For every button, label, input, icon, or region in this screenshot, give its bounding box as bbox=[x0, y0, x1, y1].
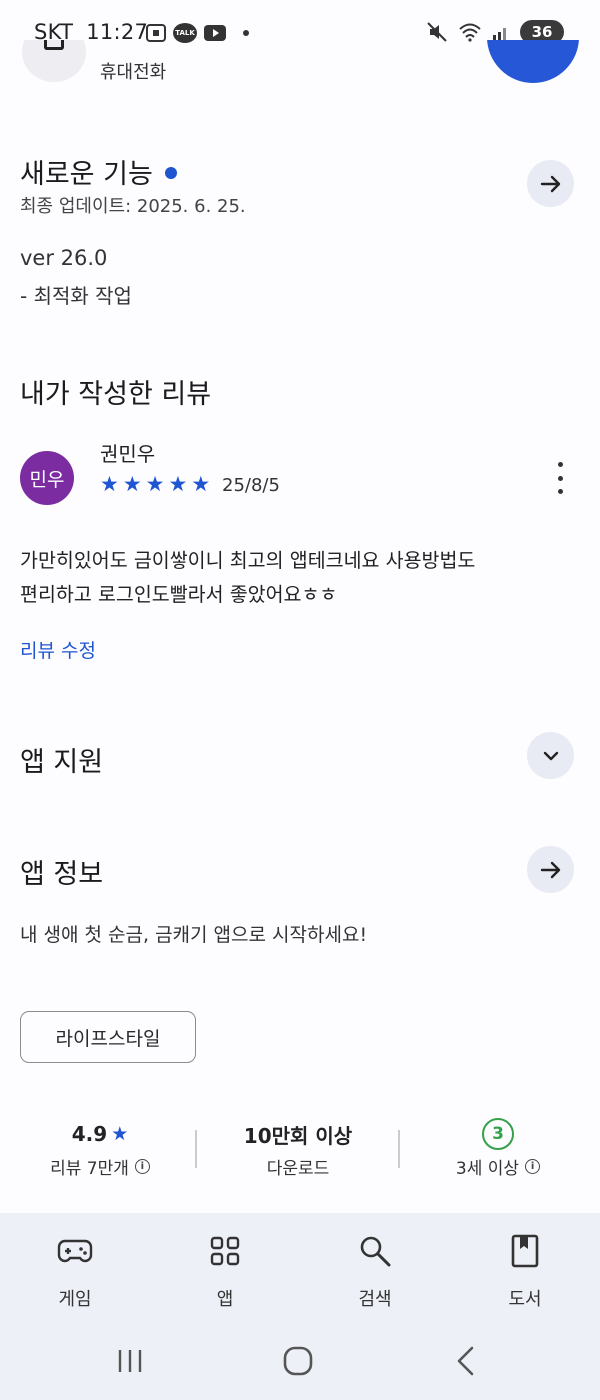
new-indicator-dot bbox=[164, 166, 177, 179]
more-options-icon[interactable] bbox=[551, 462, 569, 494]
nav-label: 앱 bbox=[216, 1289, 234, 1310]
app-support-title[interactable]: 앱 지원 bbox=[20, 740, 103, 779]
divider bbox=[195, 1130, 197, 1168]
primary-action-button[interactable] bbox=[487, 40, 579, 83]
rating-stat[interactable]: 4.9 ★ 리뷰 7만개 i bbox=[0, 1118, 200, 1179]
rating-count: 리뷰 7만개 bbox=[50, 1159, 129, 1179]
my-review-title: 내가 작성한 리뷰 bbox=[20, 379, 212, 410]
device-icon bbox=[22, 40, 86, 82]
nav-games[interactable]: 게임 bbox=[25, 1231, 125, 1311]
release-note: - 최적화 작업 bbox=[20, 284, 132, 308]
version-text: ver 26.0 bbox=[20, 246, 108, 270]
downloads-stat: 10만회 이상 다운로드 bbox=[198, 1118, 398, 1180]
review-body-line: 편리하고 로그인도빨라서 좋았어요ㅎㅎ bbox=[20, 583, 338, 606]
reviewer-name: 권민우 bbox=[100, 442, 156, 466]
downloads-label: 다운로드 bbox=[266, 1159, 330, 1179]
review-body: 가만히있어도 금이쌓이니 최고의 앱테크네요 사용방법도 편리하고 로그인도빨라… bbox=[20, 544, 585, 612]
age-rating-badge: 3 bbox=[482, 1118, 514, 1150]
last-updated: 최종 업데이트: 2025. 6. 25. bbox=[20, 196, 246, 217]
arrow-right-icon bbox=[540, 175, 560, 192]
nav-search[interactable]: 검색 bbox=[325, 1231, 425, 1311]
app-header-partial: 휴대전화 bbox=[0, 40, 600, 90]
more-notifications-dot bbox=[243, 30, 249, 36]
star-icon: ★ bbox=[111, 1123, 129, 1145]
signal-icon bbox=[493, 28, 506, 40]
system-navigation-bar bbox=[0, 1329, 600, 1400]
chevron-down-icon bbox=[543, 751, 558, 760]
gamepad-icon bbox=[57, 1239, 93, 1263]
review-date: 25/8/5 bbox=[222, 475, 280, 496]
whats-new-header[interactable]: 새로운 기능 bbox=[20, 152, 177, 191]
home-icon[interactable] bbox=[283, 1346, 313, 1376]
nav-label: 도서 bbox=[508, 1289, 542, 1310]
category-chip[interactable]: 라이프스타일 bbox=[20, 1011, 196, 1063]
back-icon[interactable] bbox=[454, 1345, 478, 1377]
bottom-navigation: 게임 앱 검색 도서 bbox=[0, 1213, 600, 1329]
avatar: 민우 bbox=[20, 451, 74, 505]
apps-grid-icon bbox=[210, 1236, 240, 1266]
info-icon: i bbox=[525, 1159, 541, 1174]
nav-apps[interactable]: 앱 bbox=[175, 1231, 275, 1311]
age-rating-label: 3세 이상 bbox=[455, 1159, 520, 1179]
wifi-icon bbox=[459, 23, 481, 42]
whats-new-arrow-button[interactable] bbox=[527, 160, 574, 207]
nav-label: 게임 bbox=[58, 1289, 92, 1310]
app-stats: 4.9 ★ 리뷰 7만개 i 10만회 이상 다운로드 3 3세 이상 i bbox=[0, 1118, 600, 1188]
star-icon: ★ bbox=[100, 472, 119, 496]
age-rating-stat[interactable]: 3 3세 이상 i bbox=[398, 1118, 598, 1179]
app-support-expand-button[interactable] bbox=[527, 732, 574, 779]
search-icon bbox=[360, 1236, 391, 1267]
star-rating: ★ ★ ★ ★ ★ bbox=[100, 473, 210, 495]
recent-apps-icon[interactable] bbox=[116, 1347, 144, 1375]
star-icon: ★ bbox=[168, 472, 188, 496]
downloads-value: 10만회 이상 bbox=[243, 1123, 353, 1148]
book-icon bbox=[511, 1234, 539, 1268]
star-icon: ★ bbox=[122, 472, 142, 496]
star-icon: ★ bbox=[145, 472, 165, 496]
nav-books[interactable]: 도서 bbox=[475, 1231, 575, 1311]
nav-label: 검색 bbox=[358, 1289, 392, 1310]
review-body-line: 가만히있어도 금이쌓이니 최고의 앱테크네요 사용방법도 bbox=[20, 549, 476, 572]
device-type-label: 휴대전화 bbox=[100, 62, 167, 83]
info-icon: i bbox=[134, 1159, 150, 1174]
app-info-arrow-button[interactable] bbox=[527, 846, 574, 893]
arrow-right-icon bbox=[540, 861, 560, 878]
app-info-title[interactable]: 앱 정보 bbox=[20, 852, 103, 891]
star-icon: ★ bbox=[191, 472, 211, 496]
app-description: 내 생애 첫 순금, 금캐기 앱으로 시작하세요! bbox=[20, 924, 368, 946]
rating-value: 4.9 bbox=[71, 1122, 108, 1146]
whats-new-title: 새로운 기능 bbox=[20, 159, 153, 190]
edit-review-link[interactable]: 리뷰 수정 bbox=[20, 636, 96, 663]
